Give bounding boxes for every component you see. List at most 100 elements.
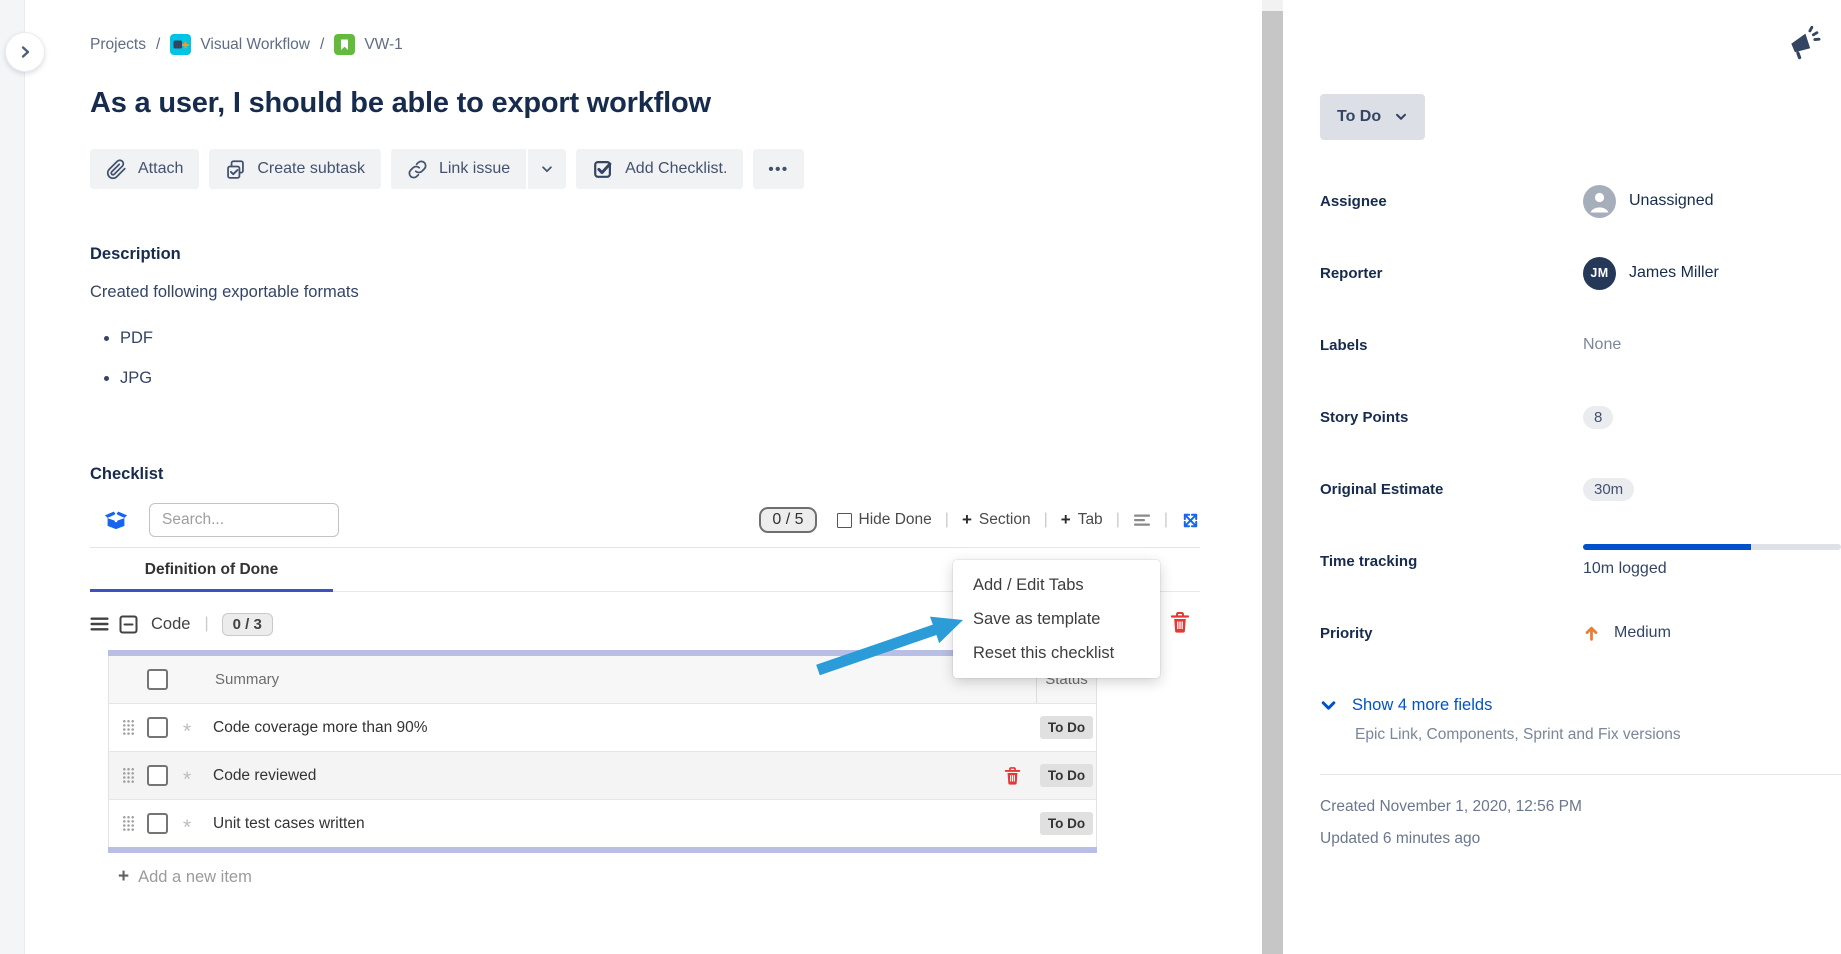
table-row[interactable]: * Code coverage more than 90% To Do [109, 704, 1096, 752]
breadcrumb-separator: / [320, 36, 324, 54]
breadcrumb-label: Visual Workflow [200, 36, 310, 54]
checklist-icon [592, 158, 614, 180]
checklist-heading: Checklist [90, 465, 1200, 484]
expand-sidebar-button[interactable] [6, 33, 44, 71]
collapse-section-icon[interactable] [119, 615, 138, 634]
list-item: PDF [120, 329, 1200, 348]
vertical-scrollbar[interactable] [1262, 0, 1283, 954]
attach-label: Attach [138, 160, 183, 178]
table-row[interactable]: * Code reviewed To Do [109, 752, 1096, 800]
checklist-toolbar-controls: 0 / 5 Hide Done | + Section | + Tab | [759, 507, 1200, 533]
story-points-pill[interactable]: 8 [1583, 406, 1613, 429]
breadcrumb-projects[interactable]: Projects [90, 36, 146, 54]
status-dropdown-button[interactable]: To Do [1320, 94, 1425, 140]
assignee-name: Unassigned [1629, 192, 1714, 210]
add-checklist-label: Add Checklist. [625, 160, 727, 178]
description-heading: Description [90, 245, 1200, 264]
link-issue-dropdown-button[interactable] [526, 149, 566, 189]
priority-value[interactable]: Medium [1583, 624, 1841, 642]
menu-item-reset-checklist[interactable]: Reset this checklist [953, 636, 1160, 670]
paperclip-icon [106, 159, 127, 180]
breadcrumb-issue-key[interactable]: VW-1 [334, 34, 402, 55]
time-tracking-value[interactable]: 10m logged [1583, 544, 1841, 578]
labels-value[interactable]: None [1583, 336, 1841, 354]
item-checkbox[interactable] [147, 813, 168, 834]
list-item: JPG [120, 369, 1200, 388]
avatar: JM [1583, 257, 1616, 290]
original-estimate-pill[interactable]: 30m [1583, 478, 1634, 501]
left-rail [0, 0, 25, 954]
select-all-checkbox[interactable] [147, 669, 168, 690]
toolbar-separator: | [1116, 511, 1120, 529]
breadcrumb-label: VW-1 [364, 36, 402, 54]
checklist-menu-button[interactable] [1133, 513, 1151, 527]
tab-definition-of-done[interactable]: Definition of Done [90, 548, 333, 591]
checklist-search-input[interactable] [149, 503, 339, 537]
reporter-value[interactable]: JM James Miller [1583, 257, 1841, 290]
reporter-name: James Miller [1629, 264, 1719, 282]
status-label: To Do [1337, 108, 1381, 126]
add-new-item-button[interactable]: + Add a new item [118, 866, 1200, 888]
mandatory-star-icon: * [183, 766, 197, 785]
item-status-badge[interactable]: To Do [1040, 812, 1093, 835]
delete-section-trash-icon[interactable] [1170, 611, 1190, 634]
field-label: Reporter [1320, 265, 1583, 282]
breadcrumb-project[interactable]: Visual Workflow [170, 34, 310, 55]
item-summary[interactable]: Unit test cases written [213, 815, 1037, 833]
mandatory-star-icon: * [183, 814, 197, 833]
issue-title[interactable]: As a user, I should be able to export wo… [90, 85, 1200, 121]
section-name[interactable]: Code [151, 615, 190, 634]
hide-done-toggle[interactable]: Hide Done [837, 511, 932, 529]
field-label: Labels [1320, 337, 1583, 354]
toolbar-separator: | [945, 511, 949, 529]
drag-handle-icon[interactable] [90, 617, 109, 631]
table-row[interactable]: * Unit test cases written To Do [109, 800, 1096, 847]
menu-item-save-as-template[interactable]: Save as template [953, 602, 1160, 636]
expand-checklist-button[interactable] [1181, 511, 1200, 530]
ellipsis-icon: ••• [768, 161, 788, 178]
item-checkbox[interactable] [147, 765, 168, 786]
field-assignee: Assignee Unassigned [1320, 165, 1841, 237]
plus-icon: + [118, 866, 129, 888]
item-summary[interactable]: Code coverage more than 90% [213, 719, 1037, 737]
field-label: Story Points [1320, 409, 1583, 426]
chevron-down-icon [1394, 110, 1408, 124]
item-summary[interactable]: Code reviewed [213, 767, 1004, 785]
hide-done-checkbox[interactable] [837, 513, 852, 528]
delete-item-trash-icon[interactable] [1004, 766, 1021, 786]
add-tab-button[interactable]: + Tab [1061, 510, 1103, 530]
attach-button[interactable]: Attach [90, 149, 199, 189]
field-labels: Labels None [1320, 309, 1841, 381]
show-more-fields-link[interactable]: Show 4 more fields [1320, 696, 1841, 715]
tab-label: Definition of Done [145, 561, 278, 579]
panel-divider [1320, 774, 1841, 775]
item-status-badge[interactable]: To Do [1040, 764, 1093, 787]
drag-handle-icon[interactable] [117, 719, 139, 736]
link-icon [407, 159, 428, 180]
add-tab-label: Tab [1078, 511, 1103, 529]
arrow-up-icon [1583, 625, 1600, 642]
toolbar-separator: | [1044, 511, 1048, 529]
create-subtask-button[interactable]: Create subtask [209, 149, 381, 189]
drag-handle-icon[interactable] [117, 815, 139, 832]
subtask-icon [225, 159, 246, 180]
scrollbar-thumb[interactable] [1262, 0, 1283, 11]
link-issue-button[interactable]: Link issue [391, 149, 526, 189]
add-section-button[interactable]: + Section [962, 510, 1031, 530]
time-progress-track [1583, 544, 1841, 550]
more-actions-button[interactable]: ••• [753, 149, 803, 189]
item-status-badge[interactable]: To Do [1040, 716, 1093, 739]
chevron-right-icon [17, 44, 33, 60]
menu-item-add-edit-tabs[interactable]: Add / Edit Tabs [953, 568, 1160, 602]
description-body[interactable]: Created following exportable formats [90, 283, 1200, 302]
assignee-value[interactable]: Unassigned [1583, 185, 1841, 218]
priority-name: Medium [1614, 624, 1671, 642]
checklist-dropdown-menu: Add / Edit Tabs Save as template Reset t… [953, 560, 1160, 678]
drag-handle-icon[interactable] [117, 767, 139, 784]
breadcrumb: Projects / Visual Workflow / VW-1 [90, 0, 1200, 55]
item-checkbox[interactable] [147, 717, 168, 738]
megaphone-icon[interactable] [1785, 24, 1821, 60]
plus-icon: + [962, 510, 972, 530]
link-issue-label: Link issue [439, 160, 510, 178]
add-checklist-button[interactable]: Add Checklist. [576, 149, 743, 189]
